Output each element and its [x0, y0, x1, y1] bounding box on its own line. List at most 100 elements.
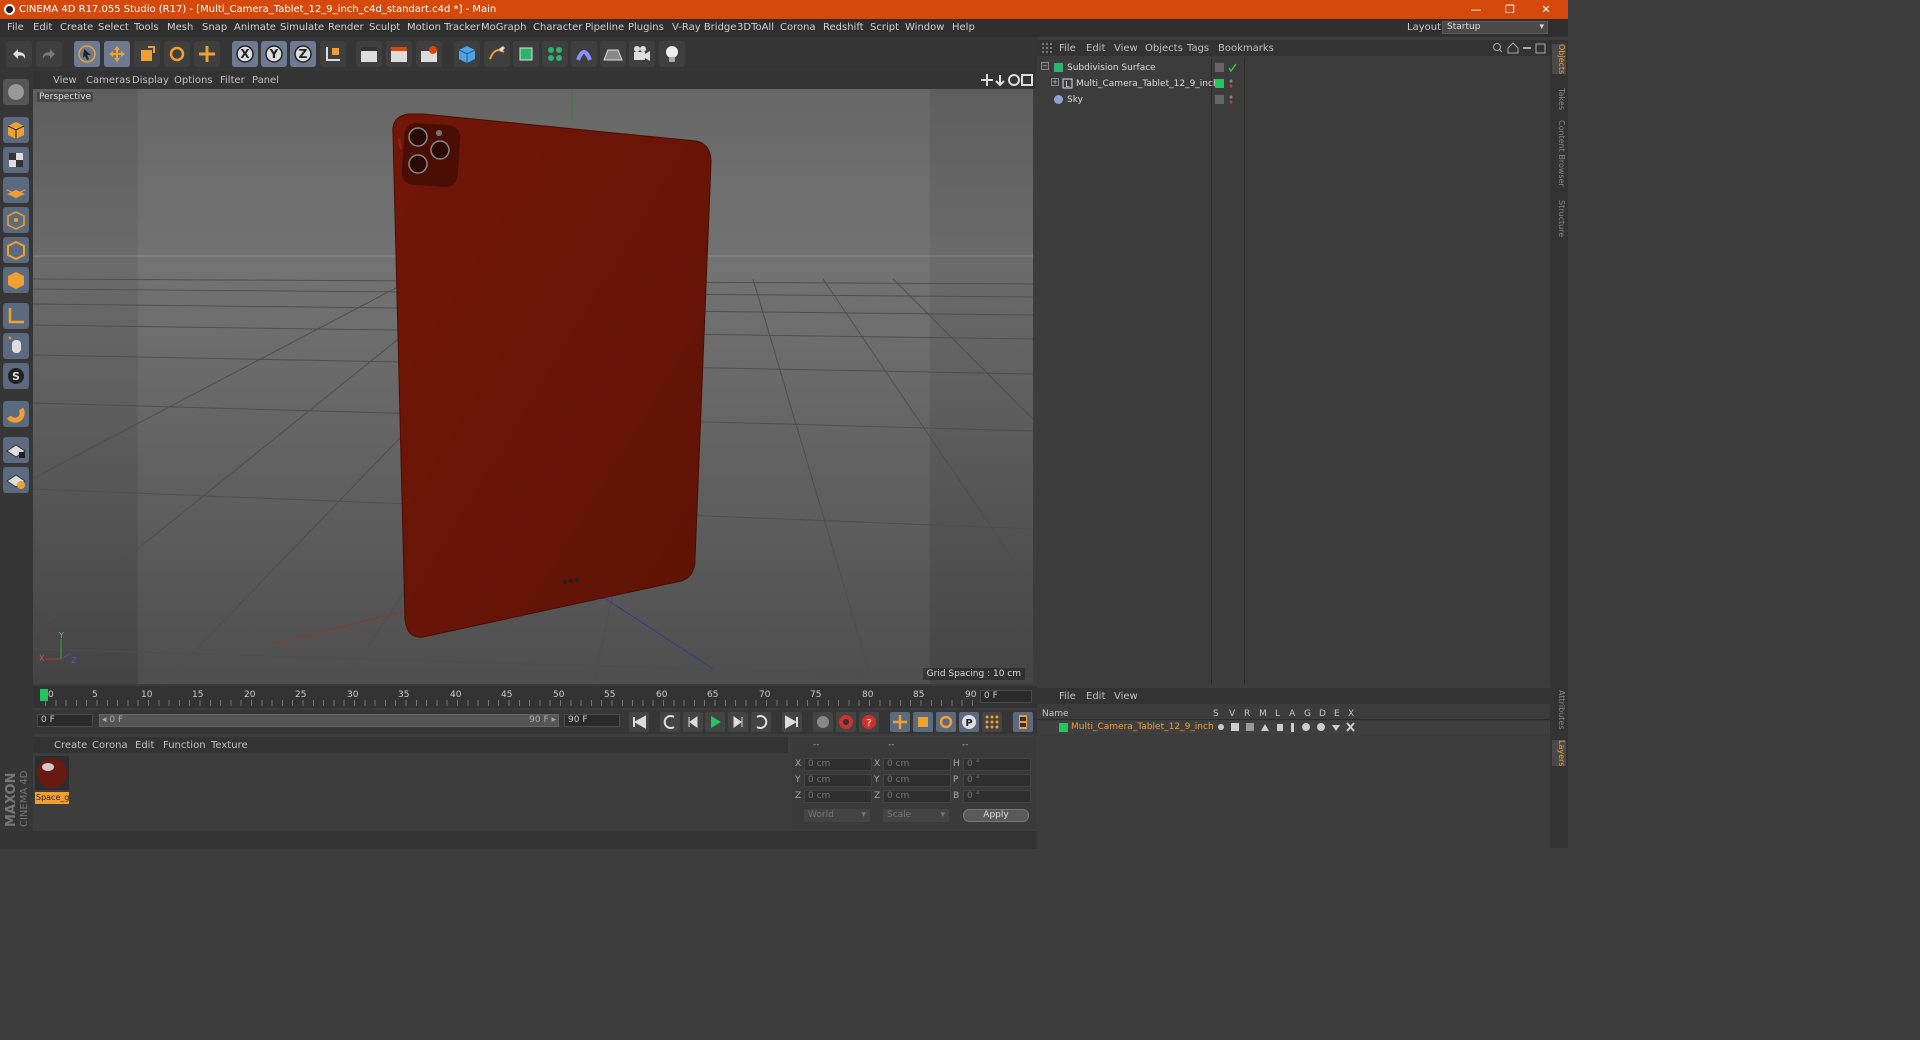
- magnet-button[interactable]: [3, 401, 29, 427]
- material-swatch[interactable]: Space_g: [35, 756, 69, 804]
- end-frame-field[interactable]: 90 F: [564, 714, 620, 727]
- layer-column-s[interactable]: S: [1213, 709, 1219, 719]
- rotate-tool-button[interactable]: [164, 41, 190, 67]
- frame-range-slider[interactable]: ◂ 0 F 90 F ▸: [99, 714, 559, 727]
- coordinate-space-select[interactable]: World ▾: [804, 809, 870, 822]
- layers-menu-view[interactable]: View: [1114, 691, 1138, 702]
- layout-select[interactable]: Startup ▾: [1442, 21, 1548, 34]
- apply-button[interactable]: Apply: [963, 809, 1029, 822]
- position-x-field[interactable]: 0 cm: [804, 758, 872, 771]
- size-z-field[interactable]: 0 cm: [883, 790, 951, 803]
- size-y-field[interactable]: 0 cm: [883, 774, 951, 787]
- position-z-field[interactable]: 0 cm: [804, 790, 872, 803]
- material-menu-texture[interactable]: Texture: [211, 740, 248, 751]
- viewport-menu-panel[interactable]: Panel: [252, 75, 279, 86]
- layer-column-a[interactable]: A: [1289, 709, 1295, 719]
- close-button[interactable]: ✕: [1529, 0, 1563, 19]
- viewport-nav-icons[interactable]: [981, 73, 1033, 87]
- menu-corona[interactable]: Corona: [780, 22, 816, 33]
- redo-button[interactable]: [36, 41, 62, 67]
- menu-sculpt[interactable]: Sculpt: [369, 22, 400, 33]
- layer-name[interactable]: Multi_Camera_Tablet_12_9_inch: [1071, 722, 1214, 732]
- layers-menu-file[interactable]: File: [1059, 691, 1076, 702]
- render-view-button[interactable]: [356, 41, 382, 67]
- objects-menu-objects[interactable]: Objects: [1145, 43, 1183, 54]
- side-tab-structure[interactable]: Structure: [1552, 200, 1566, 237]
- position-y-field[interactable]: 0 cm: [804, 774, 872, 787]
- key-rotation-button[interactable]: [936, 712, 956, 732]
- key-scale-button[interactable]: [913, 712, 933, 732]
- material-menu-function[interactable]: Function: [163, 740, 206, 751]
- polygons-mode-button[interactable]: [3, 267, 29, 293]
- material-menu-create[interactable]: Create: [54, 740, 87, 751]
- start-frame-field[interactable]: 0 F: [37, 714, 93, 727]
- layer-column-r[interactable]: R: [1244, 709, 1250, 719]
- texture-mode-button[interactable]: [3, 147, 29, 173]
- timeline-window-button[interactable]: [1013, 712, 1033, 732]
- next-keyframe-button[interactable]: [751, 712, 771, 732]
- collapse-icon[interactable]: −: [1041, 62, 1049, 70]
- transform-tool-button[interactable]: [194, 41, 220, 67]
- layer-column-m[interactable]: M: [1259, 709, 1267, 719]
- layer-row[interactable]: Multi_Camera_Tablet_12_9_inch: [1037, 721, 1550, 734]
- render-to-picture-viewer-button[interactable]: [386, 41, 412, 67]
- rotation-h-field[interactable]: 0 °: [963, 758, 1031, 771]
- next-frame-button[interactable]: [728, 712, 748, 732]
- coordinate-mode-select[interactable]: Scale ▾: [883, 809, 949, 822]
- menu-3dtoall[interactable]: 3DToAll: [737, 22, 774, 33]
- menu-character[interactable]: Character: [533, 22, 582, 33]
- make-editable-button[interactable]: [3, 79, 29, 105]
- object-name[interactable]: Sky: [1067, 95, 1083, 105]
- side-tab-layers[interactable]: Layers: [1552, 740, 1566, 767]
- size-x-field[interactable]: 0 cm: [883, 758, 951, 771]
- layer-column-g[interactable]: G: [1304, 709, 1311, 719]
- menu-file[interactable]: File: [7, 22, 24, 33]
- add-spline-button[interactable]: [484, 41, 510, 67]
- 3d-viewport[interactable]: Y X Z Perspective Grid Spacing : 10 cm: [33, 89, 1033, 684]
- side-tab-attributes[interactable]: Attributes: [1552, 690, 1566, 730]
- menu-vray-bridge[interactable]: V-Ray Bridge: [672, 22, 736, 33]
- key-param-button[interactable]: P: [959, 712, 979, 732]
- add-cube-button[interactable]: [454, 41, 480, 67]
- goto-start-button[interactable]: [629, 712, 649, 732]
- layer-column-e[interactable]: E: [1334, 709, 1340, 719]
- current-frame-field[interactable]: 0 F: [980, 690, 1032, 703]
- menu-pipeline[interactable]: Pipeline: [585, 22, 624, 33]
- undo-button[interactable]: [6, 41, 32, 67]
- add-mograph-button[interactable]: [542, 41, 568, 67]
- menu-create[interactable]: Create: [60, 22, 93, 33]
- coordinate-system-button[interactable]: [320, 41, 346, 67]
- key-pla-button[interactable]: [982, 712, 1002, 732]
- side-tab-content-browser[interactable]: Content Browser: [1552, 120, 1566, 187]
- workplane-mode-button[interactable]: [3, 177, 29, 203]
- render-settings-button[interactable]: [416, 41, 442, 67]
- y-axis-button[interactable]: Y: [261, 41, 287, 67]
- expand-icon[interactable]: +: [1051, 78, 1059, 86]
- menu-simulate[interactable]: Simulate: [280, 22, 324, 33]
- viewport-menu-display[interactable]: Display: [132, 75, 169, 86]
- menu-mograph[interactable]: MoGraph: [481, 22, 526, 33]
- objects-menu-view[interactable]: View: [1114, 43, 1138, 54]
- viewport-menu-filter[interactable]: Filter: [220, 75, 245, 86]
- planar-workplane-button[interactable]: [3, 467, 29, 493]
- snap-mode-button[interactable]: S: [3, 363, 29, 389]
- visibility-check-icon[interactable]: [1215, 62, 1239, 73]
- menu-edit[interactable]: Edit: [33, 22, 52, 33]
- menu-render[interactable]: Render: [328, 22, 364, 33]
- points-mode-button[interactable]: [3, 207, 29, 233]
- keyframe-selection-button[interactable]: ?: [859, 712, 879, 732]
- scale-tool-button[interactable]: [134, 41, 160, 67]
- layer-flags-icons[interactable]: [1217, 722, 1357, 733]
- viewport-menu-options[interactable]: Options: [174, 75, 213, 86]
- add-deformer-button[interactable]: [571, 41, 597, 67]
- objects-menu-edit[interactable]: Edit: [1086, 43, 1105, 54]
- material-menu-corona[interactable]: Corona: [92, 740, 128, 751]
- visibility-dots-icon[interactable]: [1215, 94, 1239, 105]
- objects-menu-file[interactable]: File: [1059, 43, 1076, 54]
- menu-mesh[interactable]: Mesh: [167, 22, 193, 33]
- x-axis-button[interactable]: X: [232, 41, 258, 67]
- layer-column-l[interactable]: L: [1275, 709, 1280, 719]
- edges-mode-button[interactable]: [3, 237, 29, 263]
- side-tab-objects[interactable]: Objects: [1552, 44, 1566, 75]
- tweak-mode-button[interactable]: [3, 333, 29, 359]
